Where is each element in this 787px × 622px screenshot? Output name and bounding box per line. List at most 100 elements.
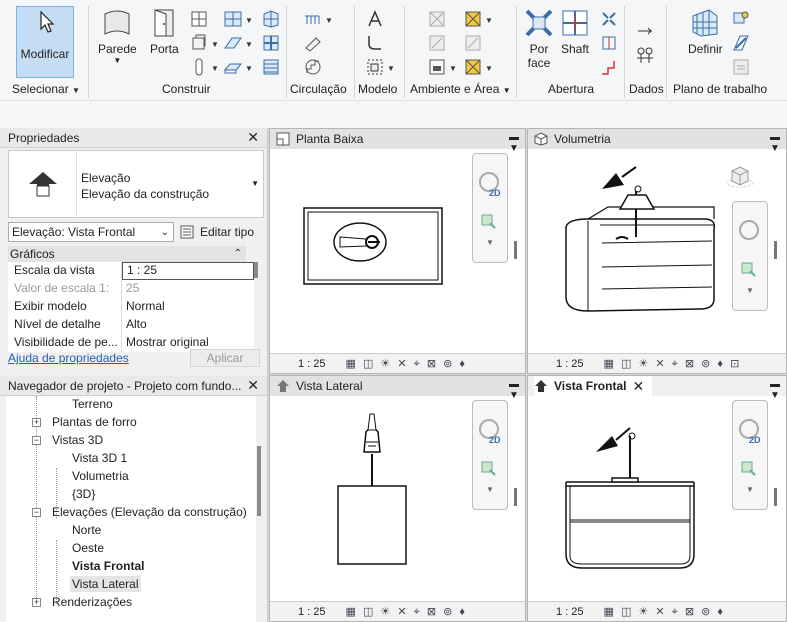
area-boundary-icon[interactable] bbox=[464, 34, 482, 52]
property-row[interactable]: Exibir modelo Normal bbox=[8, 298, 254, 316]
shaft-button[interactable]: Shaft bbox=[560, 8, 590, 56]
tree-item-oeste[interactable]: Oeste bbox=[72, 540, 104, 556]
view-tab-vista-frontal[interactable]: Vista Frontal ✕ ▬ ▼ bbox=[528, 376, 786, 401]
navigation-bar[interactable]: ▼ bbox=[732, 201, 768, 311]
tree-item-elevacoes[interactable]: Elevações (Elevação da construção) bbox=[52, 504, 247, 520]
floor-icon[interactable] bbox=[224, 58, 242, 76]
property-value[interactable]: 25 bbox=[122, 280, 254, 298]
view-tab-vista-lateral[interactable]: Vista Lateral ▬ ▼ bbox=[270, 376, 525, 401]
navigation-bar[interactable]: 2D ▼ bbox=[472, 153, 508, 263]
scroll-bar[interactable] bbox=[254, 262, 258, 278]
definir-button[interactable]: Definir bbox=[688, 8, 723, 56]
tree-item-vistas-3d[interactable]: Vistas 3D bbox=[52, 432, 103, 448]
steering-wheel-icon[interactable] bbox=[739, 220, 759, 240]
tree-item-3d[interactable]: {3D} bbox=[72, 486, 95, 502]
room-icon[interactable] bbox=[428, 10, 446, 28]
por-face-button[interactable]: Por face bbox=[524, 8, 554, 70]
tag-area-icon[interactable] bbox=[464, 58, 482, 76]
instance-selector[interactable]: Elevação: Vista Frontal ⌄ bbox=[8, 222, 174, 242]
vertical-opening-icon[interactable] bbox=[600, 34, 618, 52]
tree-item-renderizacoes[interactable]: Renderizações bbox=[52, 594, 132, 610]
ref-plane-icon[interactable] bbox=[732, 34, 750, 52]
model-line-icon[interactable] bbox=[366, 34, 384, 52]
apply-button[interactable]: Aplicar bbox=[190, 349, 260, 367]
property-row[interactable]: Escala da vista 1 : 25 bbox=[8, 262, 254, 280]
view-volumetria[interactable]: Volumetria ▬ ▼ ▼ 1: 25 ▦ ◫ ☀ ✕ ⌖ ⊠ ⊚ ♦ … bbox=[527, 128, 787, 374]
close-icon[interactable]: ✕ bbox=[247, 129, 259, 146]
property-value[interactable]: Alto bbox=[122, 316, 254, 334]
zoom-icon[interactable] bbox=[741, 262, 757, 278]
ambiente-area-panel-label[interactable]: Ambiente e Área ▼ bbox=[410, 82, 511, 96]
tree-item-plantas-forro[interactable]: Plantas de forro bbox=[52, 414, 137, 430]
component-icon[interactable] bbox=[190, 34, 208, 52]
view-scale[interactable]: 1 : 25 bbox=[556, 358, 584, 370]
tree-item-terreno[interactable]: Terreno bbox=[72, 396, 113, 412]
modificar-button[interactable]: Modificar bbox=[16, 6, 74, 78]
selecionar-panel-label[interactable]: Selecionar ▼ bbox=[12, 82, 80, 96]
model-group-icon[interactable] bbox=[366, 58, 384, 76]
property-row[interactable]: Valor de escala 1: 25 bbox=[8, 280, 254, 298]
view-scale[interactable]: 1 : 25 bbox=[298, 358, 326, 370]
collapse-icon[interactable]: − bbox=[32, 436, 41, 445]
zoom-icon[interactable] bbox=[481, 214, 497, 230]
dormer-opening-icon[interactable] bbox=[600, 58, 618, 76]
navigation-bar[interactable]: 2D ▼ bbox=[472, 400, 508, 510]
expand-icon[interactable]: + bbox=[32, 598, 41, 607]
wall-opening-icon[interactable] bbox=[600, 10, 618, 28]
view-controls-icons[interactable]: ▦ ◫ ☀ ✕ ⌖ ⊠ ⊚ ♦ bbox=[346, 605, 468, 619]
railing-icon[interactable] bbox=[304, 10, 322, 28]
scroll-bar[interactable] bbox=[514, 241, 517, 259]
tree-item-norte[interactable]: Norte bbox=[72, 522, 101, 538]
grid-icon[interactable] bbox=[636, 46, 654, 64]
active-view-tab[interactable]: Vista Frontal ✕ bbox=[534, 376, 653, 396]
room-separator-icon[interactable] bbox=[428, 34, 446, 52]
view-tab-volumetria[interactable]: Volumetria ▬ ▼ bbox=[528, 129, 786, 154]
view-controls-icons[interactable]: ▦ ◫ ☀ ✕ ⌖ ⊠ ⊚ ♦ bbox=[346, 357, 468, 371]
view-canvas[interactable]: ▼ bbox=[528, 149, 786, 353]
view-tab-planta-baixa[interactable]: Planta Baixa ▬ ▼ bbox=[270, 129, 525, 154]
property-row[interactable]: Nível de detalhe Alto bbox=[8, 316, 254, 334]
view-cube-icon[interactable] bbox=[726, 165, 754, 189]
expand-icon[interactable]: + bbox=[32, 418, 41, 427]
collapse-icon[interactable]: − bbox=[32, 508, 41, 517]
type-selector[interactable]: Elevação Elevação da construção ▼ bbox=[8, 150, 264, 218]
tree-item-vista-frontal[interactable]: Vista Frontal bbox=[72, 558, 144, 574]
close-icon[interactable]: ✕ bbox=[247, 377, 259, 394]
edit-type-button[interactable]: Editar tipo bbox=[180, 222, 254, 242]
view-controls-icons[interactable]: ▦ ◫ ☀ ✕ ⌖ ⊠ ⊚ ♦ ⊡ bbox=[604, 357, 742, 371]
area-icon[interactable] bbox=[464, 10, 482, 28]
scroll-bar[interactable] bbox=[774, 241, 777, 259]
close-icon[interactable]: ✕ bbox=[632, 378, 644, 395]
view-scale[interactable]: 1 : 25 bbox=[556, 606, 584, 618]
stair-icon[interactable] bbox=[304, 58, 322, 76]
level-icon[interactable] bbox=[636, 22, 654, 40]
property-value[interactable]: 1 : 25 bbox=[122, 262, 254, 280]
section-graficos[interactable]: Gráficos ⌃ bbox=[8, 246, 246, 262]
navigation-bar[interactable]: 2D ▼ bbox=[732, 400, 768, 510]
ramp-icon[interactable] bbox=[304, 34, 322, 52]
show-work-plane-icon[interactable] bbox=[732, 10, 750, 28]
zoom-icon[interactable] bbox=[481, 461, 497, 477]
zoom-icon[interactable] bbox=[741, 461, 757, 477]
tree-item-vista-lateral[interactable]: Vista Lateral bbox=[70, 576, 141, 592]
tree-item-vista-3d-1[interactable]: Vista 3D 1 bbox=[72, 450, 127, 466]
curtain-grid-icon[interactable] bbox=[224, 10, 242, 28]
scroll-bar[interactable] bbox=[514, 488, 517, 506]
view-canvas[interactable]: 2D ▼ bbox=[270, 396, 525, 601]
properties-help-link[interactable]: Ajuda de propriedades bbox=[8, 351, 129, 365]
view-vista-frontal[interactable]: Vista Frontal ✕ ▬ ▼ 2D ▼ 1: 25 ▦ ◫ ☀ ✕ … bbox=[527, 375, 787, 622]
porta-button[interactable]: Porta bbox=[150, 8, 179, 56]
ceiling-icon[interactable] bbox=[262, 58, 280, 76]
curtain-mullion-icon[interactable] bbox=[262, 34, 280, 52]
view-vista-lateral[interactable]: Vista Lateral ▬ ▼ 2D ▼ 1 : 25 ▦ ◫ ☀ ✕ ⌖ ⊠… bbox=[269, 375, 526, 622]
scroll-bar[interactable] bbox=[257, 446, 261, 516]
viewer-icon[interactable] bbox=[732, 58, 750, 76]
window-icon[interactable] bbox=[190, 10, 208, 28]
view-scale[interactable]: 1 : 25 bbox=[298, 606, 326, 618]
curtain-system-icon[interactable] bbox=[262, 10, 280, 28]
view-planta-baixa[interactable]: Planta Baixa ▬▼ 2D ▼ 1 : 25 ▦ ◫ ☀ ✕ ⌖ ⊠ bbox=[269, 128, 526, 374]
model-text-icon[interactable] bbox=[366, 10, 384, 28]
parede-button[interactable]: Parede ▼ bbox=[98, 8, 137, 65]
scroll-bar[interactable] bbox=[774, 488, 777, 506]
roof-icon[interactable] bbox=[224, 34, 242, 52]
